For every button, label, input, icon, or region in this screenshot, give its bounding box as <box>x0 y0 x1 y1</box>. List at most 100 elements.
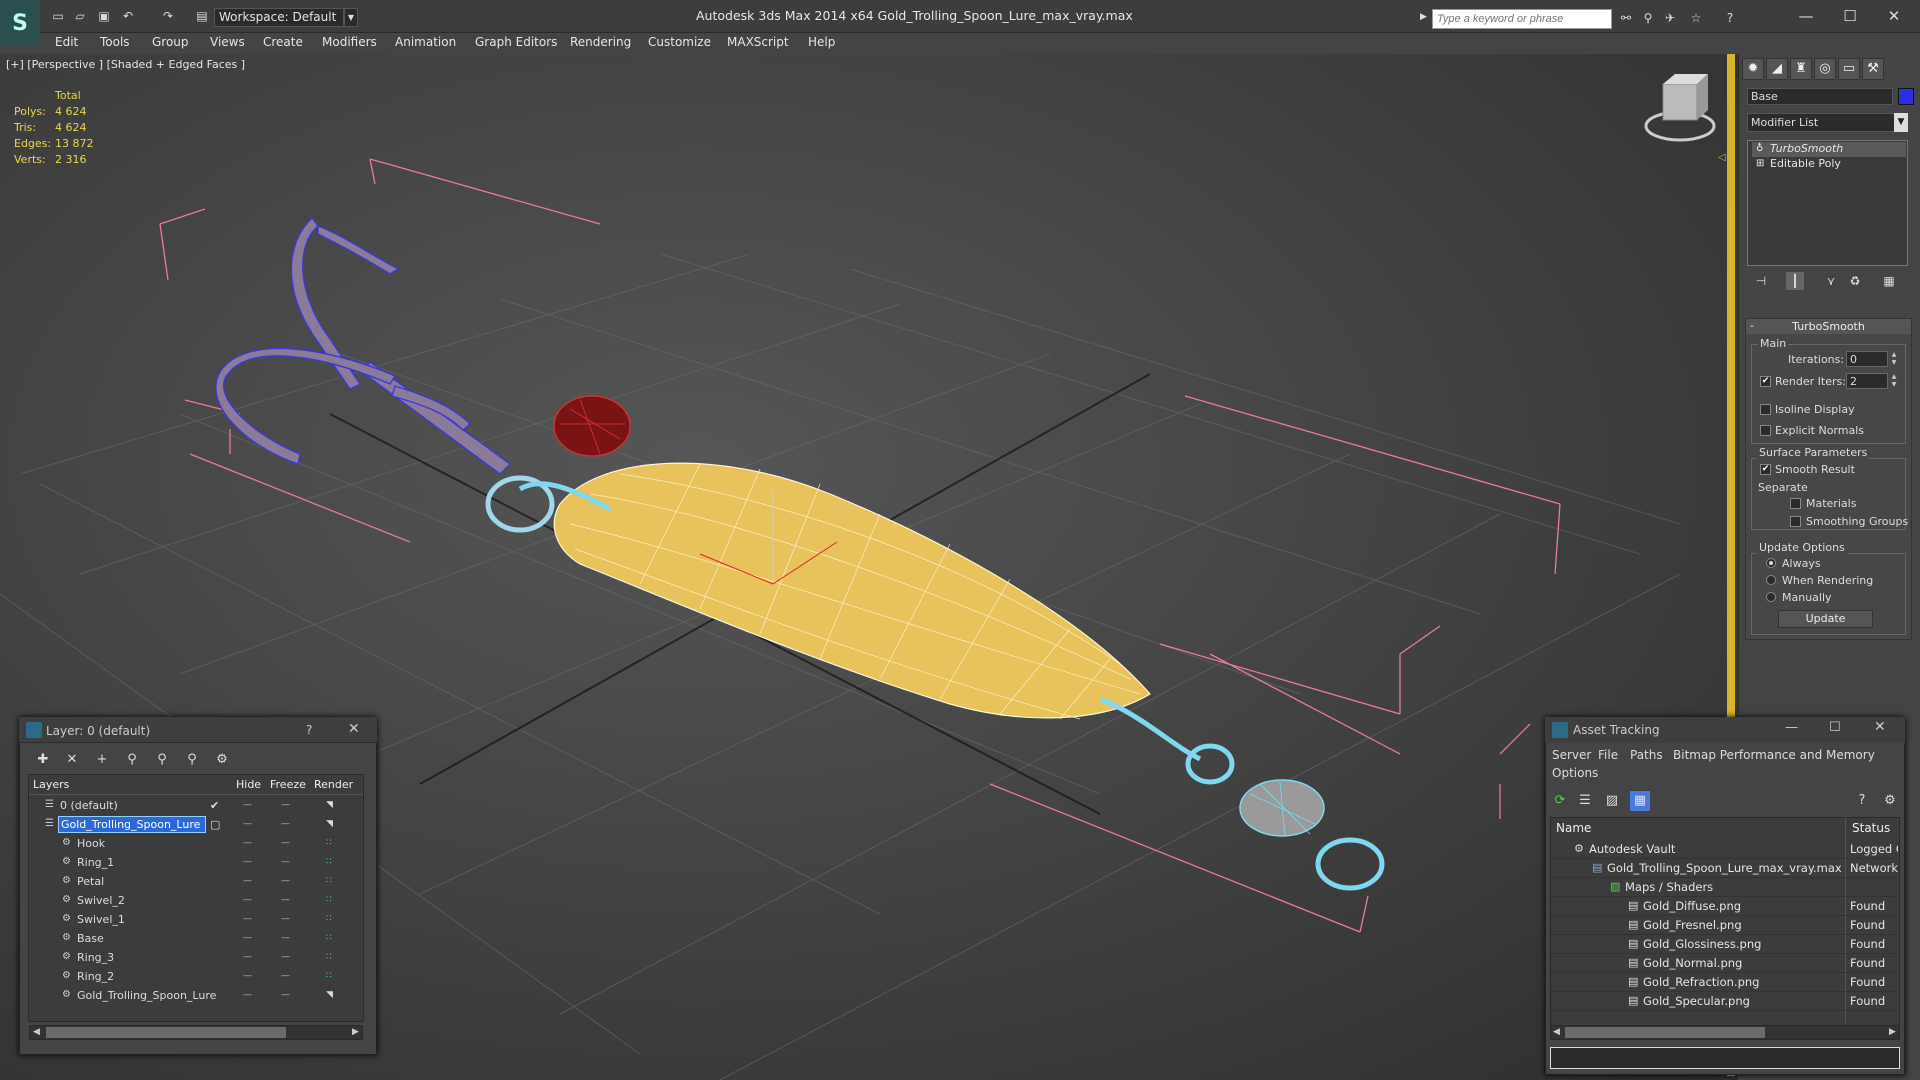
utilities-tab-icon[interactable]: ⚒ <box>1862 58 1884 80</box>
table-row[interactable] <box>1551 878 1899 897</box>
expand-plus-icon[interactable]: ⊞ <box>1756 158 1764 169</box>
current-layer-check-icon[interactable]: ✔ <box>210 799 219 812</box>
asset-minimize-button[interactable]: — <box>1785 720 1798 735</box>
menu-graph-editors[interactable]: Graph Editors <box>475 35 557 49</box>
freeze-toggle-icon[interactable]: — <box>281 876 290 886</box>
modifier-list-dropdown[interactable]: Modifier List <box>1747 113 1908 132</box>
remove-modifier-icon[interactable]: ♻ <box>1846 272 1864 290</box>
freeze-toggle-icon[interactable]: — <box>281 952 290 962</box>
stack-item-editable-poly[interactable]: Editable Poly <box>1752 157 1906 172</box>
iterations-spinner[interactable]: 0 <box>1846 351 1888 367</box>
render-toggle-icon[interactable]: ∷ <box>326 933 332 943</box>
list-view-icon[interactable]: ☰ <box>1575 791 1595 811</box>
viewcube-icon[interactable] <box>1644 74 1716 142</box>
freeze-toggle-icon[interactable]: — <box>281 819 290 829</box>
layer-scroll-thumb[interactable] <box>46 1027 286 1038</box>
motion-tab-icon[interactable]: ◎ <box>1814 58 1836 80</box>
make-unique-icon[interactable]: ⋎ <box>1822 272 1840 290</box>
communication-icon[interactable]: ✈ <box>1662 11 1678 25</box>
project-folder-icon[interactable]: ▤ <box>194 9 210 23</box>
render-iters-spin-arrows-icon[interactable]: ▲ ▼ <box>1889 373 1899 389</box>
menu-maxscript[interactable]: MAXScript <box>727 35 789 49</box>
layer-name[interactable]: Swivel_1 <box>77 913 125 926</box>
layer-name[interactable]: Gold_Trolling_Spoon_Lure <box>58 816 206 833</box>
hide-toggle-icon[interactable]: — <box>243 914 252 924</box>
hide-toggle-icon[interactable]: — <box>243 819 252 829</box>
when-rendering-radio[interactable] <box>1766 575 1776 585</box>
select-objects-icon[interactable]: ⚲ <box>122 750 142 770</box>
column-freeze[interactable]: Freeze <box>270 778 306 791</box>
asset-scroll-left-icon[interactable]: ◀ <box>1553 1027 1560 1037</box>
search-input[interactable] <box>1432 9 1612 29</box>
binoculars-icon[interactable]: ⚯ <box>1618 11 1634 25</box>
asset-help-icon[interactable]: ? <box>1852 791 1872 811</box>
layer-name[interactable]: Ring_2 <box>77 970 114 983</box>
freeze-toggle-icon[interactable]: — <box>281 914 290 924</box>
asset-scroll-thumb[interactable] <box>1565 1027 1765 1038</box>
smooth-result-checkbox[interactable]: ✔ <box>1760 464 1771 475</box>
asset-scroll-right-icon[interactable]: ▶ <box>1889 1027 1896 1037</box>
viewport-label[interactable]: [+] [Perspective ] [Shaded + Edged Faces… <box>6 58 245 71</box>
delete-layer-icon[interactable]: ✕ <box>62 750 82 770</box>
lightbulb-icon[interactable]: ♁ <box>1756 143 1763 154</box>
scroll-right-icon[interactable]: ▶ <box>352 1027 359 1037</box>
add-to-layer-icon[interactable]: + <box>92 750 112 770</box>
freeze-toggle-icon[interactable]: — <box>281 800 290 810</box>
highlight-layer-icon[interactable]: ⚲ <box>152 750 172 770</box>
asset-menu-options[interactable]: Options <box>1552 766 1598 780</box>
freeze-toggle-icon[interactable]: — <box>281 857 290 867</box>
subscription-icon[interactable]: ⚲ <box>1640 11 1656 25</box>
menu-customize[interactable]: Customize <box>648 35 711 49</box>
table-view-icon[interactable]: ▦ <box>1630 791 1650 811</box>
chevron-down-icon[interactable]: ▼ <box>1894 113 1908 132</box>
layer-name[interactable]: Swivel_2 <box>77 894 125 907</box>
freeze-all-icon[interactable]: ⚙ <box>212 750 232 770</box>
menu-views[interactable]: Views <box>210 35 245 49</box>
render-toggle-icon[interactable]: ◥ <box>326 990 333 1000</box>
render-toggle-icon[interactable]: ◥ <box>326 819 333 829</box>
collapse-minus-icon[interactable]: - <box>1750 319 1754 332</box>
maximize-button[interactable]: ☐ <box>1830 4 1870 28</box>
create-layer-icon[interactable]: ✚ <box>33 750 53 770</box>
render-toggle-icon[interactable]: ◥ <box>326 800 333 810</box>
isoline-display-checkbox[interactable] <box>1760 404 1771 415</box>
render-iters-spinner[interactable]: 2 <box>1846 373 1888 389</box>
layer-help-button[interactable]: ? <box>306 723 312 737</box>
menu-create[interactable]: Create <box>263 35 303 49</box>
app-logo-icon[interactable]: S <box>0 0 40 46</box>
hide-toggle-icon[interactable]: — <box>243 895 252 905</box>
layer-name[interactable]: Base <box>77 932 104 945</box>
hierarchy-tab-icon[interactable]: ♜ <box>1790 58 1812 80</box>
undo-icon[interactable]: ↶ <box>120 9 136 23</box>
always-radio[interactable] <box>1766 558 1776 568</box>
freeze-toggle-icon[interactable]: — <box>281 838 290 848</box>
object-name-field[interactable]: Base <box>1747 88 1893 105</box>
stack-item-turbosmooth[interactable]: TurboSmooth <box>1752 142 1906 157</box>
asset-menu-paths[interactable]: Paths <box>1630 748 1663 762</box>
thumbnail-view-icon[interactable]: ▨ <box>1602 791 1622 811</box>
column-render[interactable]: Render <box>314 778 353 791</box>
menu-help[interactable]: Help <box>808 35 835 49</box>
render-toggle-icon[interactable]: ∷ <box>326 914 332 924</box>
asset-menu-server[interactable]: Server <box>1552 748 1591 762</box>
render-toggle-icon[interactable]: ∷ <box>326 952 332 962</box>
display-tab-icon[interactable]: ▭ <box>1838 58 1860 80</box>
menu-animation[interactable]: Animation <box>395 35 456 49</box>
column-status[interactable]: Status <box>1852 821 1890 835</box>
refresh-icon[interactable]: ⟳ <box>1550 791 1570 811</box>
new-file-icon[interactable]: ▭ <box>50 9 66 23</box>
iterations-spin-arrows-icon[interactable]: ▲ ▼ <box>1889 351 1899 367</box>
asset-menu-bitmap[interactable]: Bitmap Performance and Memory <box>1673 748 1875 762</box>
freeze-toggle-icon[interactable]: — <box>281 933 290 943</box>
hide-toggle-icon[interactable]: — <box>243 952 252 962</box>
layer-name[interactable]: Gold_Trolling_Spoon_Lure <box>77 989 216 1002</box>
redo-icon[interactable]: ↷ <box>160 9 176 23</box>
turbosmooth-rollout-header[interactable]: TurboSmooth <box>1746 319 1911 334</box>
layer-name[interactable]: 0 (default) <box>60 799 118 812</box>
hide-toggle-icon[interactable]: — <box>243 990 252 1000</box>
close-window-button[interactable]: ✕ <box>1874 4 1914 28</box>
workspace-dropdown[interactable]: Workspace: Default <box>214 8 344 27</box>
render-iters-checkbox[interactable]: ✔ <box>1760 376 1771 387</box>
column-layers[interactable]: Layers <box>33 778 69 791</box>
layer-name[interactable]: Petal <box>77 875 104 888</box>
